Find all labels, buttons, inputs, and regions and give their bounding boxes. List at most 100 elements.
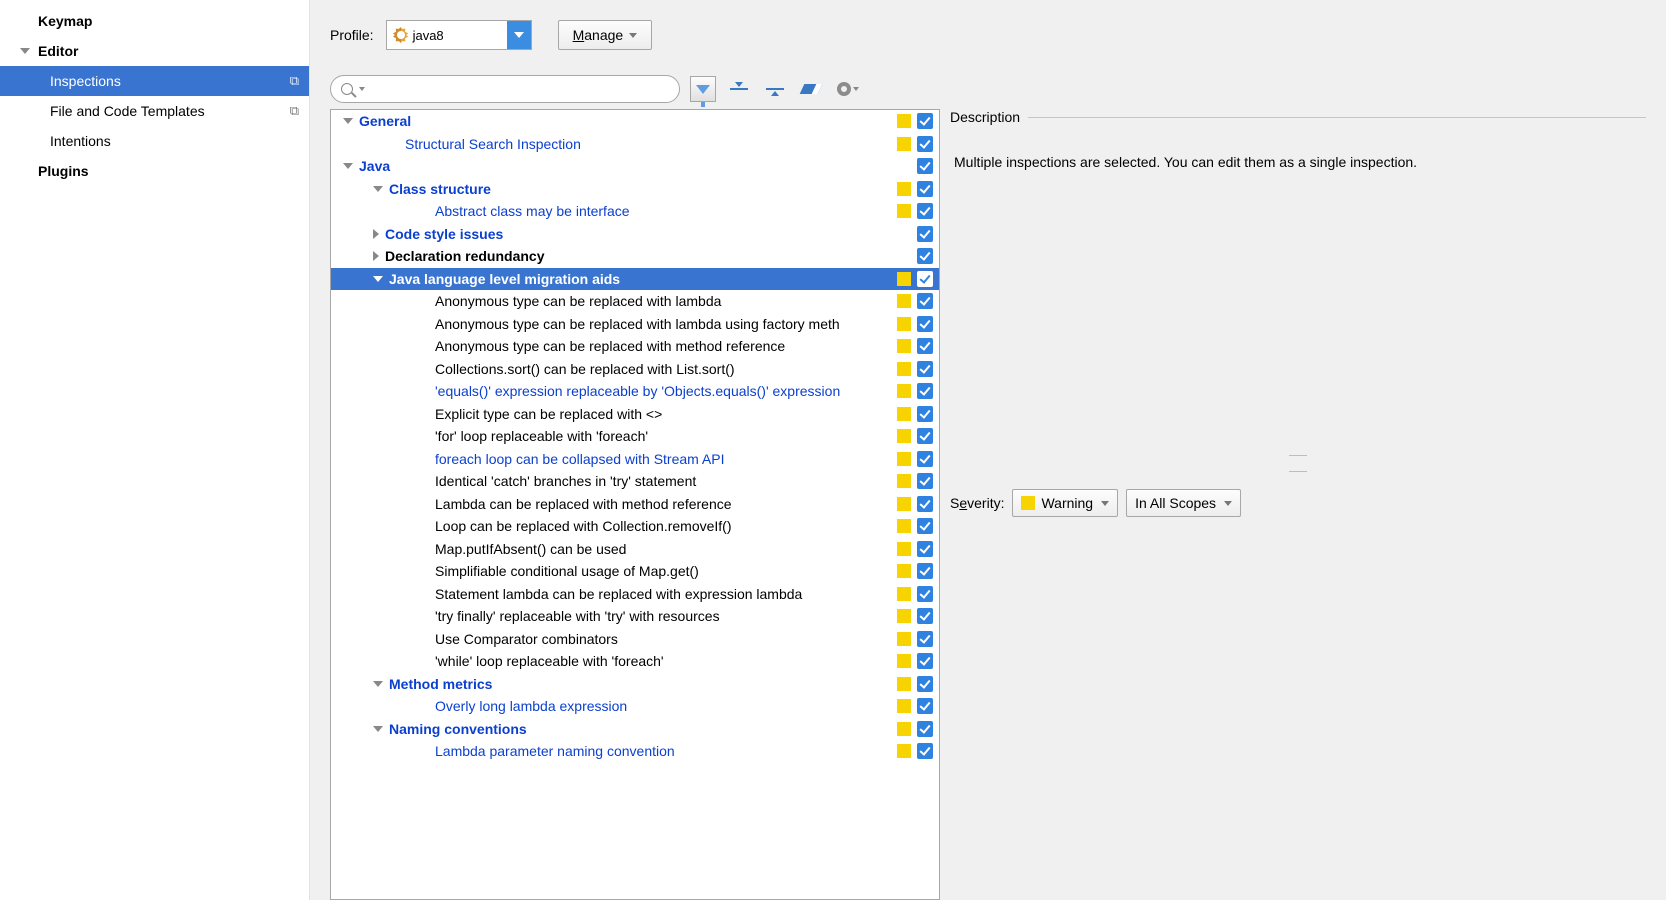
tree-category[interactable]: Java language level migration aids <box>331 268 939 291</box>
enabled-checkbox[interactable] <box>917 586 933 602</box>
copy-icon: ⧉ <box>290 73 299 89</box>
tree-item[interactable]: Overly long lambda expression <box>331 695 939 718</box>
enabled-checkbox[interactable] <box>917 676 933 692</box>
chevron-right-icon[interactable] <box>373 229 379 239</box>
tree-item[interactable]: Collections.sort() can be replaced with … <box>331 358 939 381</box>
chevron-down-icon[interactable] <box>373 186 383 192</box>
chevron-down-icon <box>853 87 859 91</box>
enabled-checkbox[interactable] <box>917 743 933 759</box>
severity-indicator-icon <box>897 519 911 533</box>
severity-indicator-icon <box>897 204 911 218</box>
enabled-checkbox[interactable] <box>917 653 933 669</box>
reset-button[interactable] <box>798 76 824 102</box>
enabled-checkbox[interactable] <box>917 518 933 534</box>
tree-item[interactable]: 'try finally' replaceable with 'try' wit… <box>331 605 939 628</box>
enabled-checkbox[interactable] <box>917 226 933 242</box>
chevron-down-icon[interactable] <box>343 163 353 169</box>
expand-all-icon <box>730 81 748 97</box>
tree-item[interactable]: Anonymous type can be replaced with meth… <box>331 335 939 358</box>
enabled-checkbox[interactable] <box>917 158 933 174</box>
sidebar-item-keymap[interactable]: Keymap <box>0 6 309 36</box>
enabled-checkbox[interactable] <box>917 451 933 467</box>
tree-category[interactable]: Method metrics <box>331 673 939 696</box>
enabled-checkbox[interactable] <box>917 203 933 219</box>
enabled-checkbox[interactable] <box>917 383 933 399</box>
enabled-checkbox[interactable] <box>917 473 933 489</box>
enabled-checkbox[interactable] <box>917 721 933 737</box>
chevron-down-icon[interactable] <box>343 118 353 124</box>
settings-button[interactable] <box>834 76 862 102</box>
severity-indicator-icon <box>897 407 911 421</box>
tree-category[interactable]: Java <box>331 155 939 178</box>
sidebar-item-inspections[interactable]: Inspections ⧉ <box>0 66 309 96</box>
tree-category[interactable]: Declaration redundancy <box>331 245 939 268</box>
enabled-checkbox[interactable] <box>917 271 933 287</box>
tree-category[interactable]: General <box>331 110 939 133</box>
chevron-right-icon[interactable] <box>373 251 379 261</box>
inspections-left-panel: GeneralStructural Search InspectionJavaC… <box>330 75 940 900</box>
enabled-checkbox[interactable] <box>917 406 933 422</box>
enabled-checkbox[interactable] <box>917 113 933 129</box>
enabled-checkbox[interactable] <box>917 631 933 647</box>
chevron-down-icon[interactable] <box>373 681 383 687</box>
chevron-down-icon[interactable] <box>373 276 383 282</box>
tree-item[interactable]: Statement lambda can be replaced with ex… <box>331 583 939 606</box>
tree-item[interactable]: 'while' loop replaceable with 'foreach' <box>331 650 939 673</box>
tree-label: Naming conventions <box>389 721 897 737</box>
profile-dropdown[interactable]: java8 <box>386 20 532 50</box>
tree-item[interactable]: Loop can be replaced with Collection.rem… <box>331 515 939 538</box>
severity-indicator-icon <box>897 722 911 736</box>
chevron-down-icon[interactable] <box>507 21 531 49</box>
filter-button[interactable] <box>690 76 716 102</box>
sidebar-item-editor[interactable]: Editor <box>0 36 309 66</box>
tree-item[interactable]: Use Comparator combinators <box>331 628 939 651</box>
enabled-checkbox[interactable] <box>917 608 933 624</box>
tree-category[interactable]: Class structure <box>331 178 939 201</box>
tree-item[interactable]: 'for' loop replaceable with 'foreach' <box>331 425 939 448</box>
splitter-grip[interactable] <box>950 447 1646 463</box>
tree-item[interactable]: Lambda parameter naming convention <box>331 740 939 763</box>
tree-item[interactable]: Lambda can be replaced with method refer… <box>331 493 939 516</box>
tree-category[interactable]: Naming conventions <box>331 718 939 741</box>
tree-label: Anonymous type can be replaced with lamb… <box>435 316 897 332</box>
tree-item[interactable]: Abstract class may be interface <box>331 200 939 223</box>
settings-sidebar: Keymap Editor Inspections ⧉ File and Cod… <box>0 0 310 900</box>
tree-item[interactable]: Identical 'catch' branches in 'try' stat… <box>331 470 939 493</box>
enabled-checkbox[interactable] <box>917 136 933 152</box>
tree-item[interactable]: Anonymous type can be replaced with lamb… <box>331 313 939 336</box>
enabled-checkbox[interactable] <box>917 181 933 197</box>
enabled-checkbox[interactable] <box>917 563 933 579</box>
inspections-tree[interactable]: GeneralStructural Search InspectionJavaC… <box>330 109 940 900</box>
tree-item[interactable]: Map.putIfAbsent() can be used <box>331 538 939 561</box>
tree-item[interactable]: Anonymous type can be replaced with lamb… <box>331 290 939 313</box>
tree-item[interactable]: Explicit type can be replaced with <> <box>331 403 939 426</box>
sidebar-item-file-templates[interactable]: File and Code Templates ⧉ <box>0 96 309 126</box>
main-panel: Profile: java8 Manage <box>310 0 1666 900</box>
enabled-checkbox[interactable] <box>917 541 933 557</box>
scope-dropdown[interactable]: In All Scopes <box>1126 489 1241 517</box>
tree-item[interactable]: Structural Search Inspection <box>331 133 939 156</box>
enabled-checkbox[interactable] <box>917 428 933 444</box>
enabled-checkbox[interactable] <box>917 338 933 354</box>
sidebar-item-plugins[interactable]: Plugins <box>0 156 309 186</box>
enabled-checkbox[interactable] <box>917 698 933 714</box>
manage-button[interactable]: Manage <box>558 20 653 50</box>
enabled-checkbox[interactable] <box>917 496 933 512</box>
tree-category[interactable]: Code style issues <box>331 223 939 246</box>
sidebar-item-intentions[interactable]: Intentions <box>0 126 309 156</box>
eraser-icon <box>800 84 823 94</box>
tree-item[interactable]: foreach loop can be collapsed with Strea… <box>331 448 939 471</box>
enabled-checkbox[interactable] <box>917 293 933 309</box>
profile-row: Profile: java8 Manage <box>330 20 1646 50</box>
enabled-checkbox[interactable] <box>917 316 933 332</box>
chevron-down-icon[interactable] <box>373 726 383 732</box>
search-input[interactable] <box>330 75 680 103</box>
tree-item[interactable]: Simplifiable conditional usage of Map.ge… <box>331 560 939 583</box>
expand-all-button[interactable] <box>726 76 752 102</box>
enabled-checkbox[interactable] <box>917 248 933 264</box>
collapse-all-button[interactable] <box>762 76 788 102</box>
enabled-checkbox[interactable] <box>917 361 933 377</box>
severity-dropdown[interactable]: Warning <box>1012 489 1118 517</box>
splitter-grip[interactable] <box>950 463 1646 479</box>
tree-item[interactable]: 'equals()' expression replaceable by 'Ob… <box>331 380 939 403</box>
